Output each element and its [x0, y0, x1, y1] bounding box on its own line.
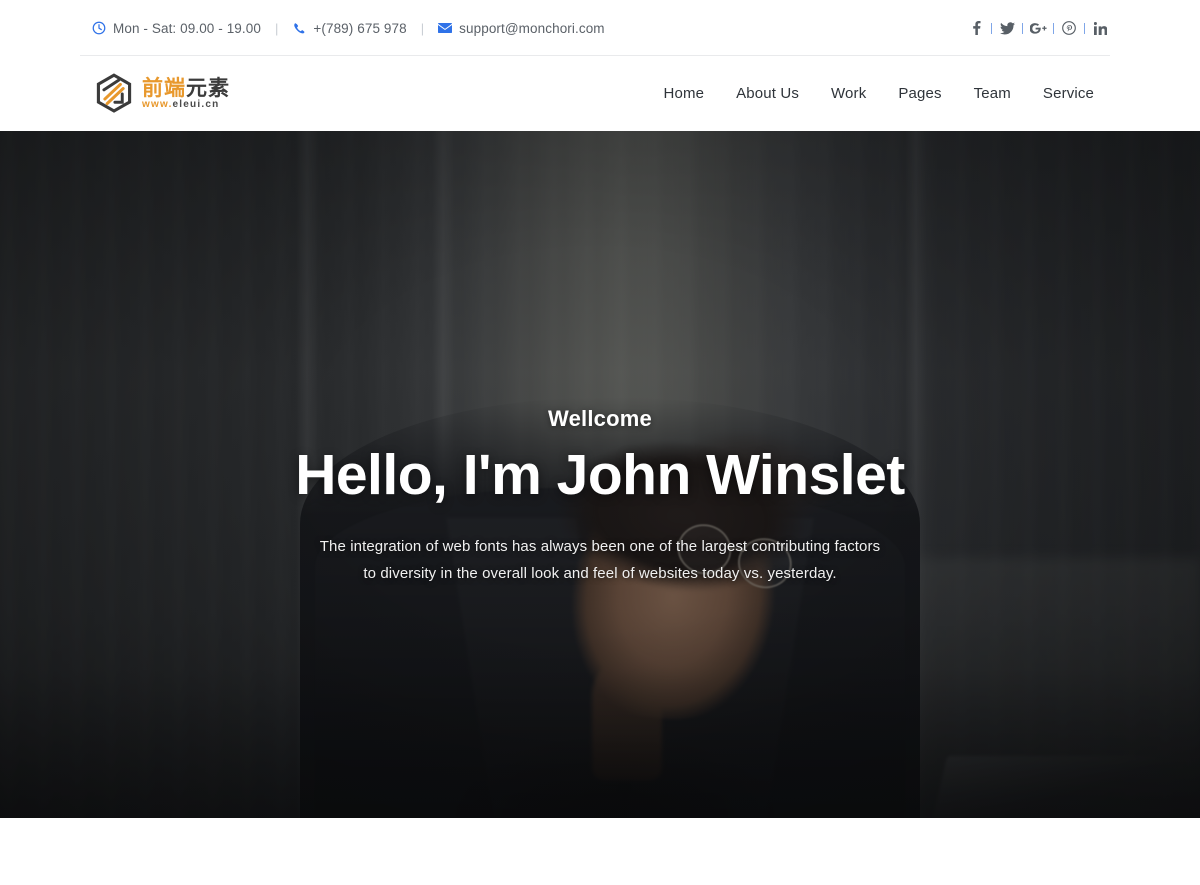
brand-chinese-name: 前端 元素: [142, 78, 230, 99]
google-plus-icon[interactable]: [1028, 18, 1048, 38]
nav-item-service[interactable]: Service: [1027, 79, 1110, 108]
phone-icon: [292, 21, 306, 35]
hero-content: Wellcome Hello, I'm John Winslet The int…: [0, 131, 1200, 818]
social-separator-2: [1022, 22, 1023, 34]
linkedin-icon[interactable]: [1090, 18, 1110, 38]
main-navbar: 前端 元素 www. eleui.cn Home About Us Work Pag…: [0, 56, 1200, 131]
business-hours: Mon - Sat: 09.00 - 19.00: [92, 21, 261, 36]
topbar-separator-2: |: [420, 20, 425, 36]
top-bar: Mon - Sat: 09.00 - 19.00 | +(789) 675 97…: [0, 0, 1200, 56]
primary-navigation: Home About Us Work Pages Team Service: [647, 79, 1110, 108]
page-bottom-whitespace: [0, 818, 1200, 885]
social-separator-3: [1053, 22, 1054, 34]
brand-chinese-first: 前端: [142, 76, 186, 100]
brand-url: www. eleui.cn: [142, 98, 230, 110]
brand-url-prefix: www.: [142, 98, 173, 110]
clock-icon: [92, 21, 106, 35]
nav-item-about-us[interactable]: About Us: [720, 79, 815, 108]
nav-item-home[interactable]: Home: [647, 79, 720, 108]
phone-number-text: +(789) 675 978: [313, 20, 407, 36]
site-logo[interactable]: 前端 元素 www. eleui.cn: [92, 72, 230, 116]
twitter-icon[interactable]: [997, 18, 1017, 38]
nav-item-work[interactable]: Work: [815, 79, 882, 108]
business-hours-text: Mon - Sat: 09.00 - 19.00: [113, 20, 261, 36]
nav-item-team[interactable]: Team: [958, 79, 1027, 108]
hexagon-logo-icon: [92, 72, 136, 116]
nav-item-pages[interactable]: Pages: [882, 79, 957, 108]
topbar-divider: [80, 55, 1110, 56]
facebook-icon[interactable]: [966, 18, 986, 38]
brand-url-domain: eleui.cn: [172, 98, 220, 110]
social-separator-1: [991, 22, 992, 34]
phone-info[interactable]: +(789) 675 978: [292, 20, 407, 36]
pinterest-icon[interactable]: [1059, 18, 1079, 38]
envelope-icon: [438, 21, 453, 35]
email-info[interactable]: support@monchori.com: [438, 21, 605, 36]
brand-chinese-second: 元素: [186, 76, 230, 100]
social-separator-4: [1084, 22, 1085, 34]
landing-page: Mon - Sat: 09.00 - 19.00 | +(789) 675 97…: [0, 0, 1200, 885]
brand-wordmark: 前端 元素 www. eleui.cn: [142, 78, 230, 110]
social-links: [966, 18, 1110, 38]
hero-section: Wellcome Hello, I'm John Winslet The int…: [0, 131, 1200, 818]
email-address-text: support@monchori.com: [459, 20, 605, 36]
hero-paragraph-line-1: The integration of web fonts has always …: [319, 537, 881, 555]
hero-paragraph-line-2: to diversity in the overall look and fee…: [363, 564, 837, 582]
topbar-contact-info: Mon - Sat: 09.00 - 19.00 | +(789) 675 97…: [92, 21, 605, 36]
hero-subtitle: Wellcome: [548, 405, 652, 431]
hero-paragraph: The integration of web fonts has always …: [320, 533, 880, 588]
hero-title: Hello, I'm John Winslet: [295, 442, 905, 507]
topbar-separator-1: |: [275, 20, 279, 36]
